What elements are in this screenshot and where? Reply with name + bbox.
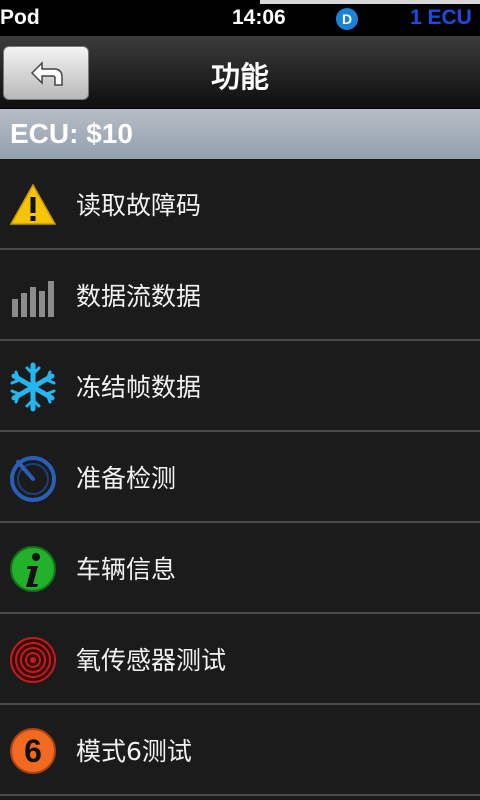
menu-item-label: 读取故障码 — [76, 191, 202, 220]
sensor-icon — [10, 637, 56, 683]
gauge-icon — [10, 456, 56, 502]
warning-icon — [9, 183, 57, 225]
menu-item-label: 冻结帧数据 — [76, 373, 202, 402]
ecu-section-header: ECU: $10 — [0, 109, 480, 159]
menu-item-freeze-frame[interactable]: 冻结帧数据 — [0, 341, 480, 432]
ecu-count: 1 ECU — [410, 6, 472, 29]
status-bar: Pod 14:06 D 1 ECU — [0, 0, 480, 36]
status-progress — [260, 0, 480, 4]
menu-item-label: 数据流数据 — [76, 282, 202, 311]
svg-text:6: 6 — [24, 733, 42, 769]
mode6-icon: 6 — [10, 728, 56, 774]
page-title: 功能 — [210, 60, 269, 94]
menu-item-label: 模式6测试 — [76, 737, 192, 766]
menu-item-label: 准备检测 — [76, 464, 177, 493]
carrier-label: Pod — [0, 6, 40, 29]
menu-item-label: 车辆信息 — [76, 555, 177, 584]
menu-item-vehicle-info[interactable]: 车辆信息 — [0, 523, 480, 614]
status-indicator-icon: D — [336, 8, 358, 30]
function-list: 读取故障码 数据流数据 冻结帧数据 准备检测 车辆信息 氧传感器测试 6 模式6… — [0, 159, 480, 796]
menu-item-live-data[interactable]: 数据流数据 — [0, 250, 480, 341]
menu-item-o2-sensor[interactable]: 氧传感器测试 — [0, 614, 480, 705]
menu-item-read-dtc[interactable]: 读取故障码 — [0, 159, 480, 250]
bar-chart-icon — [12, 281, 54, 317]
snowflake-icon — [10, 362, 56, 412]
info-icon — [10, 546, 56, 592]
menu-item-readiness[interactable]: 准备检测 — [0, 432, 480, 523]
menu-item-mode6[interactable]: 6 模式6测试 — [0, 705, 480, 796]
status-time: 14:06 — [232, 6, 286, 29]
nav-bar: 功能 — [0, 36, 480, 109]
menu-item-label: 氧传感器测试 — [76, 646, 227, 675]
